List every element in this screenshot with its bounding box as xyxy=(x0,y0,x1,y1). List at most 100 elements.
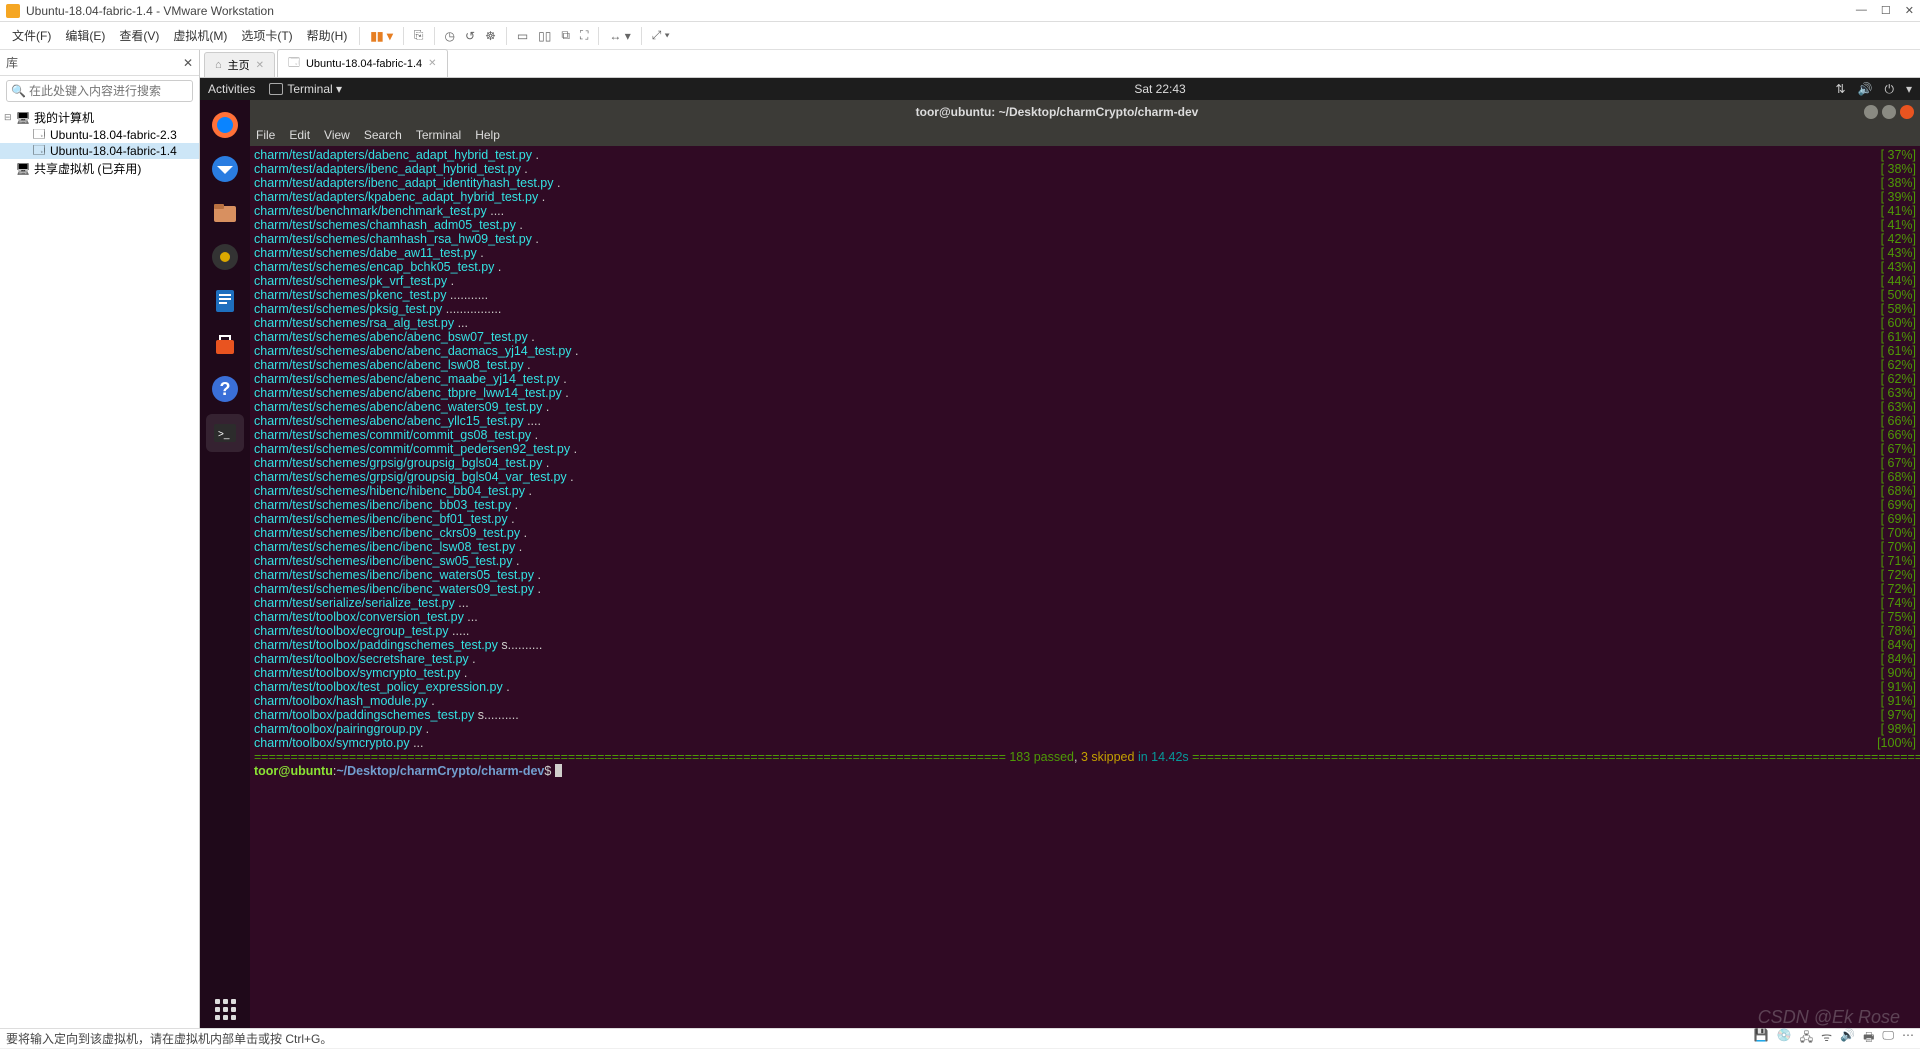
test-line: charm/test/schemes/pksig_test.py .......… xyxy=(254,302,1916,316)
terminal-icon xyxy=(269,83,283,95)
snapshot-button[interactable]: ◷ xyxy=(441,27,459,45)
test-line: charm/test/schemes/abenc/abenc_waters09_… xyxy=(254,400,1916,414)
vm-tab[interactable]: 🗔Ubuntu-18.04-fabric-1.4✕ xyxy=(277,49,448,77)
launcher-firefox[interactable] xyxy=(206,106,244,144)
vm-tab[interactable]: ⌂主页✕ xyxy=(204,52,275,77)
term-menu-help[interactable]: Help xyxy=(475,128,500,142)
status-net-icon[interactable]: 🖧 xyxy=(1800,1028,1813,1049)
status-display-icon[interactable]: 🖵 xyxy=(1882,1028,1894,1049)
svg-text:?: ? xyxy=(220,379,231,399)
computer-icon: 🖥 xyxy=(16,111,30,125)
term-menu-terminal[interactable]: Terminal xyxy=(416,128,461,142)
sound-icon[interactable]: 🔊 xyxy=(1858,82,1873,97)
computer-icon: 🖥 xyxy=(16,162,30,176)
view-unity-button[interactable]: ⧉ xyxy=(557,26,574,45)
test-line: charm/test/schemes/hibenc/hibenc_bb04_te… xyxy=(254,484,1916,498)
menu-file[interactable]: 文件(F) xyxy=(6,25,57,46)
ubuntu-launcher: ? >_ xyxy=(200,100,250,1028)
launcher-writer[interactable] xyxy=(206,282,244,320)
view-single-button[interactable]: ▭ xyxy=(513,27,532,45)
launcher-files[interactable] xyxy=(206,194,244,232)
test-line: charm/toolbox/symcrypto.py ...[100%] xyxy=(254,736,1916,750)
test-line: charm/test/toolbox/paddingschemes_test.p… xyxy=(254,638,1916,652)
send-ctrlaltdel-button[interactable]: ⎘ xyxy=(410,26,428,45)
menu-view[interactable]: 查看(V) xyxy=(113,25,165,46)
vm-icon: 🗔 xyxy=(288,54,300,73)
test-line: charm/test/schemes/rsa_alg_test.py ...[ … xyxy=(254,316,1916,330)
test-line: charm/test/schemes/ibenc/ibenc_bb03_test… xyxy=(254,498,1916,512)
test-line: charm/test/adapters/ibenc_adapt_identity… xyxy=(254,176,1916,190)
status-cd-icon[interactable]: 💿 xyxy=(1777,1028,1792,1049)
term-menu-search[interactable]: Search xyxy=(364,128,402,142)
test-line: charm/toolbox/paddingschemes_test.py s..… xyxy=(254,708,1916,722)
status-printer-icon[interactable]: 🖶 xyxy=(1863,1028,1874,1049)
term-menu-edit[interactable]: Edit xyxy=(289,128,310,142)
sidebar-close-button[interactable]: ✕ xyxy=(183,56,193,70)
launcher-thunderbird[interactable] xyxy=(206,150,244,188)
snapshot-manager-button[interactable]: ☸ xyxy=(481,27,500,45)
exit-fullscreen-button[interactable]: ⤢ ▾ xyxy=(648,26,674,45)
status-usb-icon[interactable]: ᯤ xyxy=(1821,1028,1832,1049)
view-multi-button[interactable]: ▯▯ xyxy=(534,27,555,45)
view-fullscreen-button[interactable]: ⛶ xyxy=(576,26,592,45)
test-line: charm/test/schemes/grpsig/groupsig_bgls0… xyxy=(254,470,1916,484)
term-close-button[interactable] xyxy=(1900,105,1914,119)
prompt-line[interactable]: toor@ubuntu:~/Desktop/charmCrypto/charm-… xyxy=(254,764,1916,778)
tree-node[interactable]: 🗔Ubuntu-18.04-fabric-2.3 xyxy=(0,127,199,143)
status-sound-icon[interactable]: 🔊 xyxy=(1840,1028,1855,1049)
sidebar-title: 库 xyxy=(6,54,18,71)
vm-tabs: ⌂主页✕🗔Ubuntu-18.04-fabric-1.4✕ xyxy=(200,50,1920,78)
test-line: charm/test/schemes/ibenc/ibenc_waters09_… xyxy=(254,582,1916,596)
term-menu-file[interactable]: File xyxy=(256,128,275,142)
status-text: 要将输入定向到该虚拟机，请在虚拟机内部单击或按 Ctrl+G。 xyxy=(6,1030,332,1047)
clock[interactable]: Sat 22:43 xyxy=(1134,82,1185,96)
tree-node[interactable]: 🖥 共享虚拟机 (已弃用) xyxy=(0,159,199,178)
maximize-button[interactable]: ☐ xyxy=(1881,4,1891,17)
tab-close-icon[interactable]: ✕ xyxy=(256,60,264,71)
terminal-output[interactable]: charm/test/adapters/dabenc_adapt_hybrid_… xyxy=(250,146,1920,1028)
tree-label: 共享虚拟机 (已弃用) xyxy=(34,160,141,177)
term-maximize-button[interactable] xyxy=(1882,105,1896,119)
menu-edit[interactable]: 编辑(E) xyxy=(59,25,111,46)
power-icon[interactable]: ⏻ xyxy=(1884,82,1894,97)
term-minimize-button[interactable] xyxy=(1864,105,1878,119)
launcher-terminal[interactable]: >_ xyxy=(206,414,244,452)
search-input[interactable] xyxy=(6,80,193,102)
tree-node[interactable]: ⊟🖥我的计算机 xyxy=(0,108,199,127)
pause-button[interactable]: ▮▮ ▾ xyxy=(366,27,397,45)
tab-close-icon[interactable]: ✕ xyxy=(428,58,436,69)
test-line: charm/test/schemes/ibenc/ibenc_lsw08_tes… xyxy=(254,540,1916,554)
minimize-button[interactable]: — xyxy=(1856,4,1867,17)
close-button[interactable]: ✕ xyxy=(1905,4,1914,17)
launcher-rhythmbox[interactable] xyxy=(206,238,244,276)
menu-tabs[interactable]: 选项卡(T) xyxy=(235,25,298,46)
test-line: charm/test/schemes/commit/commit_gs08_te… xyxy=(254,428,1916,442)
launcher-apps[interactable] xyxy=(206,990,244,1028)
vmware-icon xyxy=(6,4,20,18)
test-line: charm/test/serialize/serialize_test.py .… xyxy=(254,596,1916,610)
term-menu-view[interactable]: View xyxy=(324,128,350,142)
test-summary: ========================================… xyxy=(254,750,1916,764)
status-more-icon[interactable]: ⋯ xyxy=(1902,1028,1914,1049)
activities-button[interactable]: Activities xyxy=(208,82,255,96)
status-disk-icon[interactable]: 💾 xyxy=(1754,1028,1769,1049)
test-line: charm/test/toolbox/secretshare_test.py .… xyxy=(254,652,1916,666)
tree-node[interactable]: 🗔Ubuntu-18.04-fabric-1.4 xyxy=(0,143,199,159)
window-title: Ubuntu-18.04-fabric-1.4 - VMware Worksta… xyxy=(26,4,1856,18)
search-icon: 🔍 xyxy=(11,84,26,98)
terminal-window: toor@ubuntu: ~/Desktop/charmCrypto/charm… xyxy=(250,100,1920,1028)
menu-vm[interactable]: 虚拟机(M) xyxy=(167,25,233,46)
stretch-button[interactable]: ↔ ▾ xyxy=(605,27,634,45)
vm-tree: ⊟🖥我的计算机🗔Ubuntu-18.04-fabric-2.3🗔Ubuntu-1… xyxy=(0,106,199,1028)
launcher-software[interactable] xyxy=(206,326,244,364)
test-line: charm/test/schemes/ibenc/ibenc_waters05_… xyxy=(254,568,1916,582)
menu-help[interactable]: 帮助(H) xyxy=(301,25,354,46)
launcher-help[interactable]: ? xyxy=(206,370,244,408)
network-icon[interactable]: ⇅ xyxy=(1835,82,1845,97)
snapshot-revert-button[interactable]: ↺ xyxy=(461,27,479,45)
test-line: charm/test/schemes/dabe_aw11_test.py .[ … xyxy=(254,246,1916,260)
tree-label: Ubuntu-18.04-fabric-1.4 xyxy=(50,144,177,158)
test-line: charm/test/schemes/ibenc/ibenc_sw05_test… xyxy=(254,554,1916,568)
arrow-down-icon[interactable]: ▾ xyxy=(1906,82,1912,97)
topbar-app-menu[interactable]: Terminal ▾ xyxy=(269,82,342,96)
